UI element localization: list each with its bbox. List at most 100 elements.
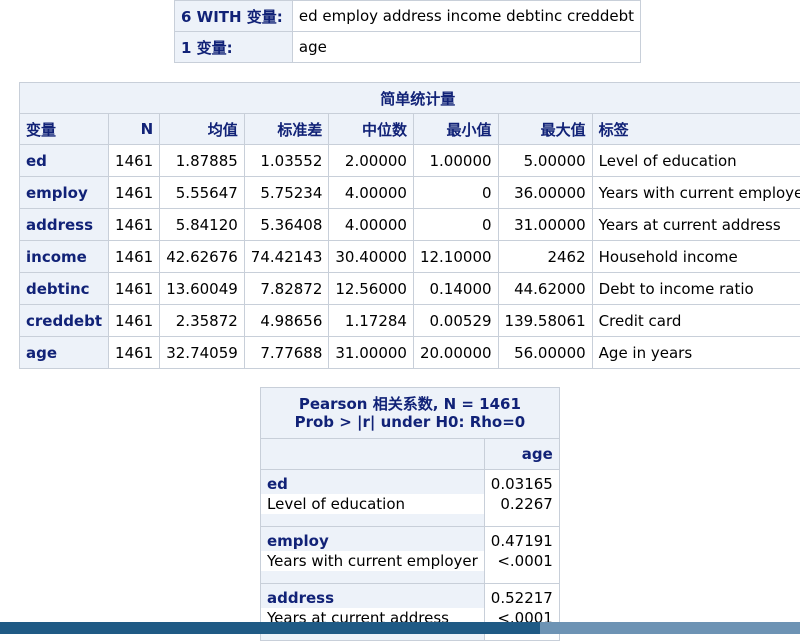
pearson-caption-line2: Prob > |r| under H0: Rho=0	[295, 413, 526, 431]
variable-name: ed	[267, 474, 478, 494]
column-header-median: 中位数	[329, 114, 414, 145]
pearson-values: 0.03165 0.2267	[484, 470, 559, 527]
cell-std: 7.82872	[244, 273, 329, 305]
variable-name: age	[20, 337, 109, 369]
bottom-bar-highlight	[540, 622, 800, 634]
simple-statistics-table: 简单统计量 变量 N 均值 标准差 中位数 最小值 最大值 标签 ed 1461…	[19, 82, 800, 369]
cell-mean: 42.62676	[160, 241, 245, 273]
cell-mean: 1.87885	[160, 145, 245, 177]
cell-max: 36.00000	[498, 177, 592, 209]
simple-statistics-header-row: 变量 N 均值 标准差 中位数 最小值 最大值 标签	[20, 114, 800, 145]
variable-name: creddebt	[20, 305, 109, 337]
cell-n: 1461	[109, 337, 160, 369]
cell-min: 0	[413, 177, 498, 209]
pearson-row-header: employ Years with current employer	[261, 527, 485, 584]
cell-label: Years with current employer	[592, 177, 800, 209]
pearson-corner-cell	[261, 439, 485, 470]
cell-min: 0	[413, 209, 498, 241]
column-header-max: 最大值	[498, 114, 592, 145]
column-header-n: N	[109, 114, 160, 145]
pearson-values: 0.47191 <.0001	[484, 527, 559, 584]
cell-max: 56.00000	[498, 337, 592, 369]
variable-label: Level of education	[261, 494, 484, 514]
cell-max: 139.58061	[498, 305, 592, 337]
analysis-variable-label: 1 变量:	[175, 32, 293, 63]
cell-std: 4.98656	[244, 305, 329, 337]
cell-median: 12.56000	[329, 273, 414, 305]
cell-max: 31.00000	[498, 209, 592, 241]
correlation-coefficient: 0.47191	[491, 531, 553, 551]
cell-median: 30.40000	[329, 241, 414, 273]
table-row: income 1461 42.62676 74.42143 30.40000 1…	[20, 241, 800, 273]
column-header-std: 标准差	[244, 114, 329, 145]
cell-std: 5.36408	[244, 209, 329, 241]
cell-label: Years at current address	[592, 209, 800, 241]
cell-mean: 2.35872	[160, 305, 245, 337]
column-header-mean: 均值	[160, 114, 245, 145]
cell-max: 5.00000	[498, 145, 592, 177]
cell-mean: 5.84120	[160, 209, 245, 241]
cell-std: 7.77688	[244, 337, 329, 369]
variable-name: employ	[267, 531, 478, 551]
cell-median: 4.00000	[329, 177, 414, 209]
variable-name: ed	[20, 145, 109, 177]
cell-mean: 13.60049	[160, 273, 245, 305]
variable-name: debtinc	[20, 273, 109, 305]
window-bottom-bar	[0, 622, 800, 634]
table-row: employ 1461 5.55647 5.75234 4.00000 0 36…	[20, 177, 800, 209]
cell-median: 31.00000	[329, 337, 414, 369]
cell-n: 1461	[109, 305, 160, 337]
table-row: ed Level of education 0.03165 0.2267	[261, 470, 560, 527]
table-row: address 1461 5.84120 5.36408 4.00000 0 3…	[20, 209, 800, 241]
cell-label: Debt to income ratio	[592, 273, 800, 305]
cell-median: 1.17284	[329, 305, 414, 337]
table-row: debtinc 1461 13.60049 7.82872 12.56000 0…	[20, 273, 800, 305]
cell-max: 44.62000	[498, 273, 592, 305]
cell-label: Age in years	[592, 337, 800, 369]
variable-name: address	[20, 209, 109, 241]
variable-name: income	[20, 241, 109, 273]
cell-min: 20.00000	[413, 337, 498, 369]
cell-std: 1.03552	[244, 145, 329, 177]
table-row: age 1461 32.74059 7.77688 31.00000 20.00…	[20, 337, 800, 369]
simple-statistics-caption: 简单统计量	[20, 83, 800, 114]
pearson-caption-line1: Pearson 相关系数, N = 1461	[299, 395, 521, 413]
column-header-label: 标签	[592, 114, 800, 145]
pearson-header-row: age	[261, 439, 560, 470]
variable-name: address	[267, 588, 478, 608]
cell-mean: 5.55647	[160, 177, 245, 209]
cell-std: 74.42143	[244, 241, 329, 273]
variable-label: Years with current employer	[261, 551, 484, 571]
cell-n: 1461	[109, 177, 160, 209]
column-header-min: 最小值	[413, 114, 498, 145]
with-variables-row: 6 WITH 变量: ed employ address income debt…	[175, 1, 641, 32]
analysis-variable-value: age	[292, 32, 640, 63]
pearson-row-header: ed Level of education	[261, 470, 485, 527]
cell-label: Household income	[592, 241, 800, 273]
variables-table: 6 WITH 变量: ed employ address income debt…	[174, 0, 641, 63]
cell-n: 1461	[109, 273, 160, 305]
cell-label: Level of education	[592, 145, 800, 177]
cell-min: 1.00000	[413, 145, 498, 177]
cell-label: Credit card	[592, 305, 800, 337]
cell-mean: 32.74059	[160, 337, 245, 369]
cell-median: 2.00000	[329, 145, 414, 177]
pearson-caption: Pearson 相关系数, N = 1461 Prob > |r| under …	[261, 388, 560, 439]
analysis-variable-row: 1 变量: age	[175, 32, 641, 63]
with-variables-label: 6 WITH 变量:	[175, 1, 293, 32]
cell-min: 0.00529	[413, 305, 498, 337]
correlation-coefficient: 0.52217	[491, 588, 553, 608]
correlation-coefficient: 0.03165	[491, 474, 553, 494]
variable-name: employ	[20, 177, 109, 209]
cell-median: 4.00000	[329, 209, 414, 241]
pearson-correlation-table: Pearson 相关系数, N = 1461 Prob > |r| under …	[260, 387, 560, 641]
pearson-column-header-age: age	[484, 439, 559, 470]
column-header-variable: 变量	[20, 114, 109, 145]
p-value: 0.2267	[491, 494, 553, 514]
cell-max: 2462	[498, 241, 592, 273]
with-variables-value: ed employ address income debtinc creddeb…	[292, 1, 640, 32]
cell-std: 5.75234	[244, 177, 329, 209]
table-row: employ Years with current employer 0.471…	[261, 527, 560, 584]
table-row: creddebt 1461 2.35872 4.98656 1.17284 0.…	[20, 305, 800, 337]
table-row: ed 1461 1.87885 1.03552 2.00000 1.00000 …	[20, 145, 800, 177]
